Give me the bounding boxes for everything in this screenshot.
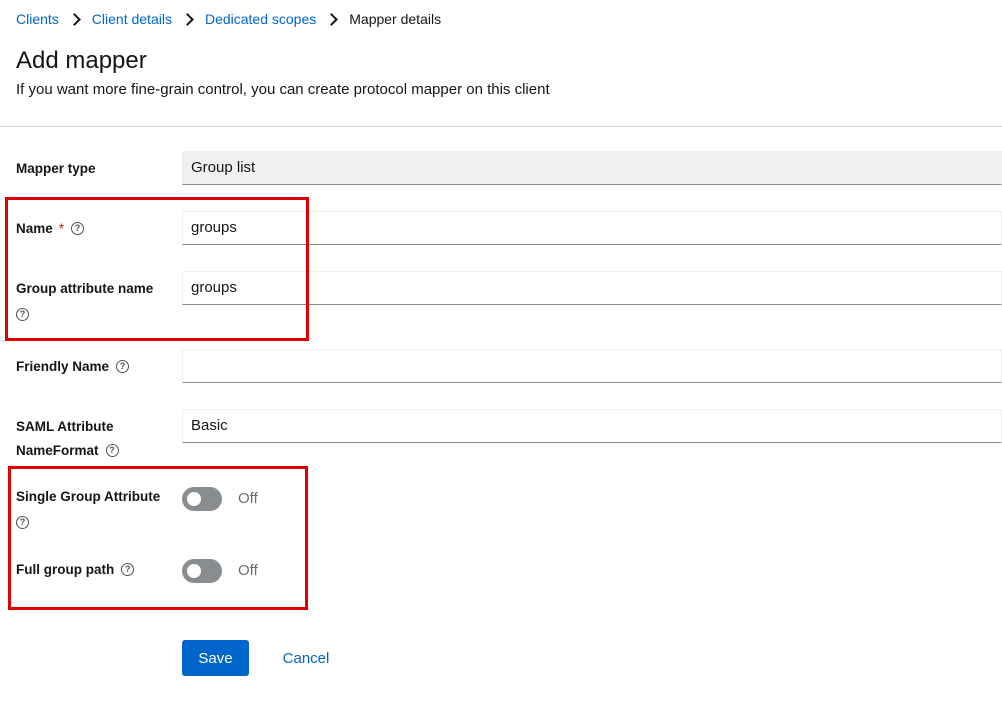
help-icon[interactable]: ?: [71, 221, 85, 235]
page-title: Add mapper: [16, 47, 147, 74]
friendly-name-label: Friendly Name?: [16, 355, 130, 379]
full-group-path-label: Full group path?: [16, 558, 135, 582]
help-icon[interactable]: ?: [16, 515, 29, 529]
saml-nameformat-select[interactable]: Basic: [182, 409, 1002, 443]
friendly-name-label-text: Friendly Name: [16, 359, 110, 374]
chevron-right-icon: [67, 12, 81, 26]
breadcrumb: Clients Client details Dedicated scopes …: [16, 11, 441, 27]
page-subtitle: If you want more fine-grain control, you…: [16, 81, 550, 98]
mapper-type-label-text: Mapper type: [16, 161, 96, 176]
breadcrumb-dedicated-scopes[interactable]: Dedicated scopes: [205, 11, 316, 27]
full-group-path-state: Off: [238, 562, 258, 579]
help-icon[interactable]: ?: [116, 359, 130, 373]
help-icon[interactable]: ?: [105, 443, 119, 457]
breadcrumb-clients[interactable]: Clients: [16, 11, 59, 27]
group-attribute-name-label-text: Group attribute name: [16, 281, 154, 296]
saml-nameformat-label-text: NameFormat: [16, 443, 99, 458]
full-group-path-label-text: Full group path: [16, 562, 115, 577]
friendly-name-input[interactable]: [182, 349, 1002, 383]
name-label: Name *?: [16, 217, 85, 241]
chevron-right-icon: [181, 12, 194, 26]
help-icon[interactable]: ?: [121, 562, 135, 576]
mapper-type-field: Group list: [182, 151, 1002, 185]
header-divider: [0, 126, 1002, 127]
toggle-knob: [187, 492, 201, 506]
group-attribute-name-help: ?: [16, 303, 29, 327]
single-group-attribute-help: ?: [16, 511, 29, 535]
save-button[interactable]: Save: [182, 640, 249, 676]
name-input[interactable]: groups: [182, 211, 1002, 245]
single-group-attribute-toggle[interactable]: [182, 487, 222, 511]
breadcrumb-current: Mapper details: [349, 11, 442, 27]
chevron-right-icon: [325, 12, 339, 26]
saml-nameformat-label-line2: NameFormat?: [16, 439, 119, 463]
toggle-knob: [187, 564, 201, 578]
full-group-path-toggle[interactable]: [182, 559, 222, 583]
breadcrumb-client-details[interactable]: Client details: [92, 11, 172, 27]
single-group-attribute-label-text: Single Group Attribute: [16, 489, 161, 504]
group-attribute-name-input[interactable]: groups: [182, 271, 1002, 305]
single-group-attribute-state: Off: [238, 490, 258, 507]
mapper-type-label: Mapper type: [16, 157, 96, 181]
saml-nameformat-label-line1: SAML Attribute: [16, 419, 114, 434]
name-label-text: Name: [16, 221, 53, 236]
group-attribute-name-label: Group attribute name: [16, 277, 153, 301]
help-icon[interactable]: ?: [16, 307, 29, 321]
cancel-button[interactable]: Cancel: [270, 640, 342, 676]
required-marker: *: [58, 221, 65, 236]
single-group-attribute-label: Single Group Attribute: [16, 485, 160, 509]
